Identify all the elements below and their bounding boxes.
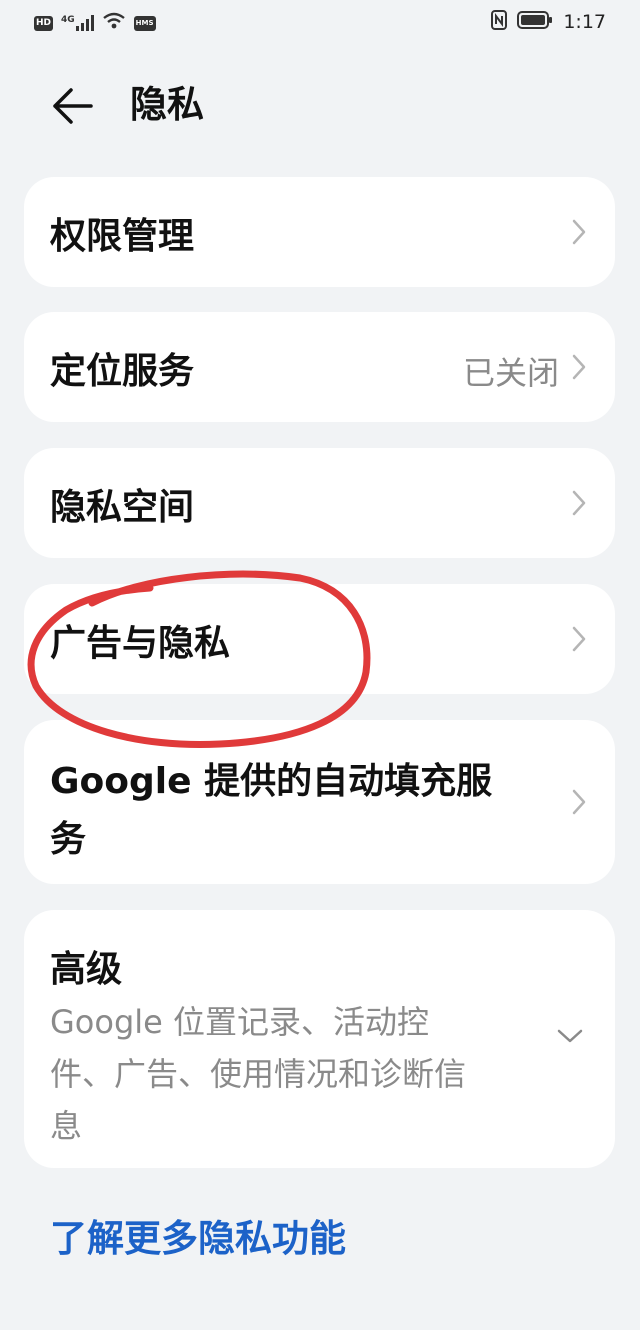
- clock: 1:17: [563, 11, 606, 33]
- chevron-right-icon: [572, 789, 586, 815]
- status-bar-left: HD 4G HMS: [34, 12, 156, 34]
- hd-badge: HD: [34, 15, 54, 31]
- back-arrow-icon: [53, 88, 93, 124]
- advanced-title: 高级: [50, 949, 123, 990]
- item-label: 定位服务: [50, 351, 195, 392]
- item-label: 权限管理: [50, 216, 195, 257]
- item-label-line1: Google 提供的自动填充服: [50, 761, 493, 802]
- private-space-item[interactable]: 隐私空间: [24, 448, 615, 558]
- chevron-right-icon: [572, 354, 586, 380]
- item-label: 隐私空间: [50, 487, 195, 528]
- chevron-right-icon: [572, 490, 586, 516]
- status-bar: HD 4G HMS 1:17: [0, 0, 640, 46]
- item-label: 广告与隐私: [50, 623, 231, 664]
- advanced-desc-line1: Google 位置记录、活动控: [50, 1003, 430, 1041]
- chevron-right-icon: [572, 219, 586, 245]
- wifi-icon: [102, 12, 126, 34]
- google-autofill-item[interactable]: Google 提供的自动填充服 务: [24, 720, 615, 884]
- page-title: 隐私: [130, 83, 204, 126]
- chevron-right-icon: [572, 626, 586, 652]
- location-status-value: 已关闭: [462, 354, 559, 392]
- chevron-down-icon: [557, 1029, 583, 1043]
- battery-icon: [517, 11, 553, 33]
- item-label-line2: 务: [50, 819, 87, 860]
- signal-icon: 4G: [61, 15, 94, 31]
- page-header: 隐私: [0, 66, 640, 146]
- advanced-description: Google 位置记录、活动控 件、广告、使用情况和诊断信 息: [50, 996, 530, 1152]
- hms-badge: HMS: [133, 15, 156, 31]
- permission-management-item[interactable]: 权限管理: [24, 177, 615, 287]
- network-type: 4G: [61, 15, 75, 25]
- back-button[interactable]: [40, 76, 104, 136]
- advanced-desc-line2: 件、广告、使用情况和诊断信: [50, 1055, 467, 1093]
- advanced-section[interactable]: 高级 Google 位置记录、活动控 件、广告、使用情况和诊断信 息: [24, 910, 615, 1168]
- advanced-desc-line3: 息: [50, 1107, 83, 1145]
- location-services-item[interactable]: 定位服务 已关闭: [24, 312, 615, 422]
- learn-more-link[interactable]: 了解更多隐私功能: [50, 1208, 346, 1262]
- nfc-icon: [491, 10, 508, 34]
- status-bar-right: 1:17: [491, 10, 606, 34]
- ads-privacy-item[interactable]: 广告与隐私: [24, 584, 615, 694]
